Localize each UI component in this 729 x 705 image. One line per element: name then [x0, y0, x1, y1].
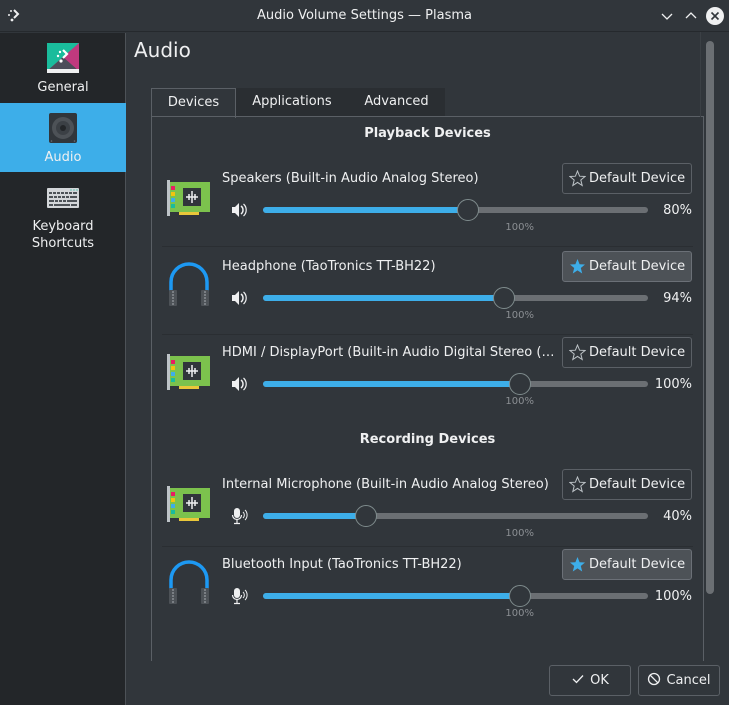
sidebar-item-label: General — [37, 80, 89, 95]
default-device-label: Default Device — [589, 259, 686, 274]
slider-handle[interactable] — [508, 585, 531, 607]
row-separator — [162, 246, 693, 247]
slider-handle[interactable] — [354, 505, 377, 527]
slider-100-percent-mark: 100% — [505, 310, 534, 321]
checkmark-icon — [572, 675, 584, 684]
sound-card-icon — [165, 174, 213, 222]
minimize-icon[interactable] — [658, 7, 676, 25]
sidebar-item-label-line1: Keyboard — [32, 219, 94, 234]
sidebar-item-keyboard-shortcuts[interactable]: Keyboard Shortcuts — [0, 172, 126, 262]
window-title: Audio Volume Settings — Plasma — [257, 8, 472, 23]
default-device-label: Default Device — [589, 171, 686, 186]
sidebar: General Audio Keyboard Shortcuts — [0, 33, 126, 705]
tab-advanced[interactable]: Advanced — [348, 88, 445, 117]
device-name: Bluetooth Input (TaoTronics TT-BH22) — [222, 557, 462, 572]
ok-label: OK — [590, 673, 609, 688]
title-bar: Audio Volume Settings — Plasma — [0, 0, 729, 32]
page-title: Audio — [134, 38, 191, 62]
slider-fill — [263, 513, 366, 519]
volume-percent: 100% — [654, 589, 692, 604]
divider — [700, 32, 701, 117]
slider-fill — [263, 381, 520, 387]
device-name: Speakers (Built-in Audio Analog Stereo) — [222, 171, 479, 186]
volume-slider[interactable] — [263, 585, 648, 607]
slider-100-percent-mark: 100% — [505, 528, 534, 539]
cancel-label: Cancel — [666, 673, 711, 688]
plasma-logo-icon — [47, 43, 79, 73]
device-name: HDMI / DisplayPort (Built-in Audio Digit… — [222, 345, 555, 360]
slider-100-percent-mark: 100% — [505, 396, 534, 407]
default-device-button[interactable]: Default Device — [562, 251, 692, 282]
slider-100-percent-mark: 100% — [505, 608, 534, 619]
tab-applications[interactable]: Applications — [236, 88, 348, 117]
headphones-icon — [165, 260, 213, 308]
recording-devices-heading: Recording Devices — [359, 432, 496, 447]
sidebar-item-label: Audio — [44, 150, 82, 165]
speaker-icon[interactable] — [230, 289, 248, 307]
speaker-device-icon — [49, 113, 77, 143]
maximize-icon[interactable] — [682, 7, 700, 25]
scrollbar-thumb[interactable] — [706, 41, 714, 594]
sidebar-item-label: Keyboard Shortcuts — [0, 218, 126, 252]
device-name: Internal Microphone (Built-in Audio Anal… — [222, 477, 549, 492]
slider-fill — [263, 207, 469, 213]
keyboard-icon — [47, 188, 79, 208]
microphone-icon[interactable] — [230, 507, 248, 525]
volume-percent: 40% — [663, 509, 692, 524]
speaker-icon[interactable] — [230, 375, 248, 393]
sidebar-item-audio[interactable]: Audio — [0, 103, 126, 172]
scrollbar[interactable] — [705, 38, 715, 598]
volume-percent: 100% — [654, 377, 692, 392]
cancel-button[interactable]: Cancel — [638, 665, 720, 696]
device-row: Bluetooth Input (TaoTronics TT-BH22) Defa… — [152, 546, 703, 626]
slider-100-percent-mark: 100% — [505, 222, 534, 233]
device-row: Internal Microphone (Built-in Audio Anal… — [152, 466, 703, 547]
headphones-icon — [165, 558, 213, 606]
default-device-label: Default Device — [589, 345, 686, 360]
volume-percent: 80% — [663, 203, 692, 218]
slider-handle[interactable] — [508, 373, 531, 395]
playback-devices-heading: Playback Devices — [364, 126, 491, 141]
volume-slider[interactable] — [263, 373, 648, 395]
volume-slider[interactable] — [263, 199, 648, 221]
sound-card-icon — [165, 348, 213, 396]
volume-percent: 94% — [663, 291, 692, 306]
microphone-icon[interactable] — [230, 587, 248, 605]
device-row: Speakers (Built-in Audio Analog Stereo) D… — [152, 160, 703, 247]
sound-card-icon — [165, 480, 213, 528]
sidebar-item-general[interactable]: General — [0, 33, 126, 102]
default-device-button[interactable]: Default Device — [562, 337, 692, 368]
sidebar-item-label-line2: Shortcuts — [31, 236, 95, 251]
slider-fill — [263, 593, 520, 599]
default-device-label: Default Device — [589, 557, 686, 572]
default-device-button[interactable]: Default Device — [562, 163, 692, 194]
speaker-icon[interactable] — [230, 201, 248, 219]
default-device-label: Default Device — [589, 477, 686, 492]
device-row: Headphone (TaoTronics TT-BH22) Default De… — [152, 248, 703, 335]
volume-slider[interactable] — [263, 287, 648, 309]
slider-fill — [263, 295, 505, 301]
slider-handle[interactable] — [493, 287, 516, 309]
cancel-icon — [648, 672, 661, 686]
volume-slider[interactable] — [263, 505, 648, 527]
slider-handle[interactable] — [457, 199, 480, 221]
close-icon[interactable] — [706, 7, 724, 25]
tab-devices[interactable]: Devices — [151, 88, 236, 118]
default-device-button[interactable]: Default Device — [562, 549, 692, 580]
default-device-button[interactable]: Default Device — [562, 469, 692, 500]
device-name: Headphone (TaoTronics TT-BH22) — [222, 259, 436, 274]
ok-button[interactable]: OK — [549, 665, 631, 696]
device-row: HDMI / DisplayPort (Built-in Audio Digit… — [152, 334, 703, 414]
